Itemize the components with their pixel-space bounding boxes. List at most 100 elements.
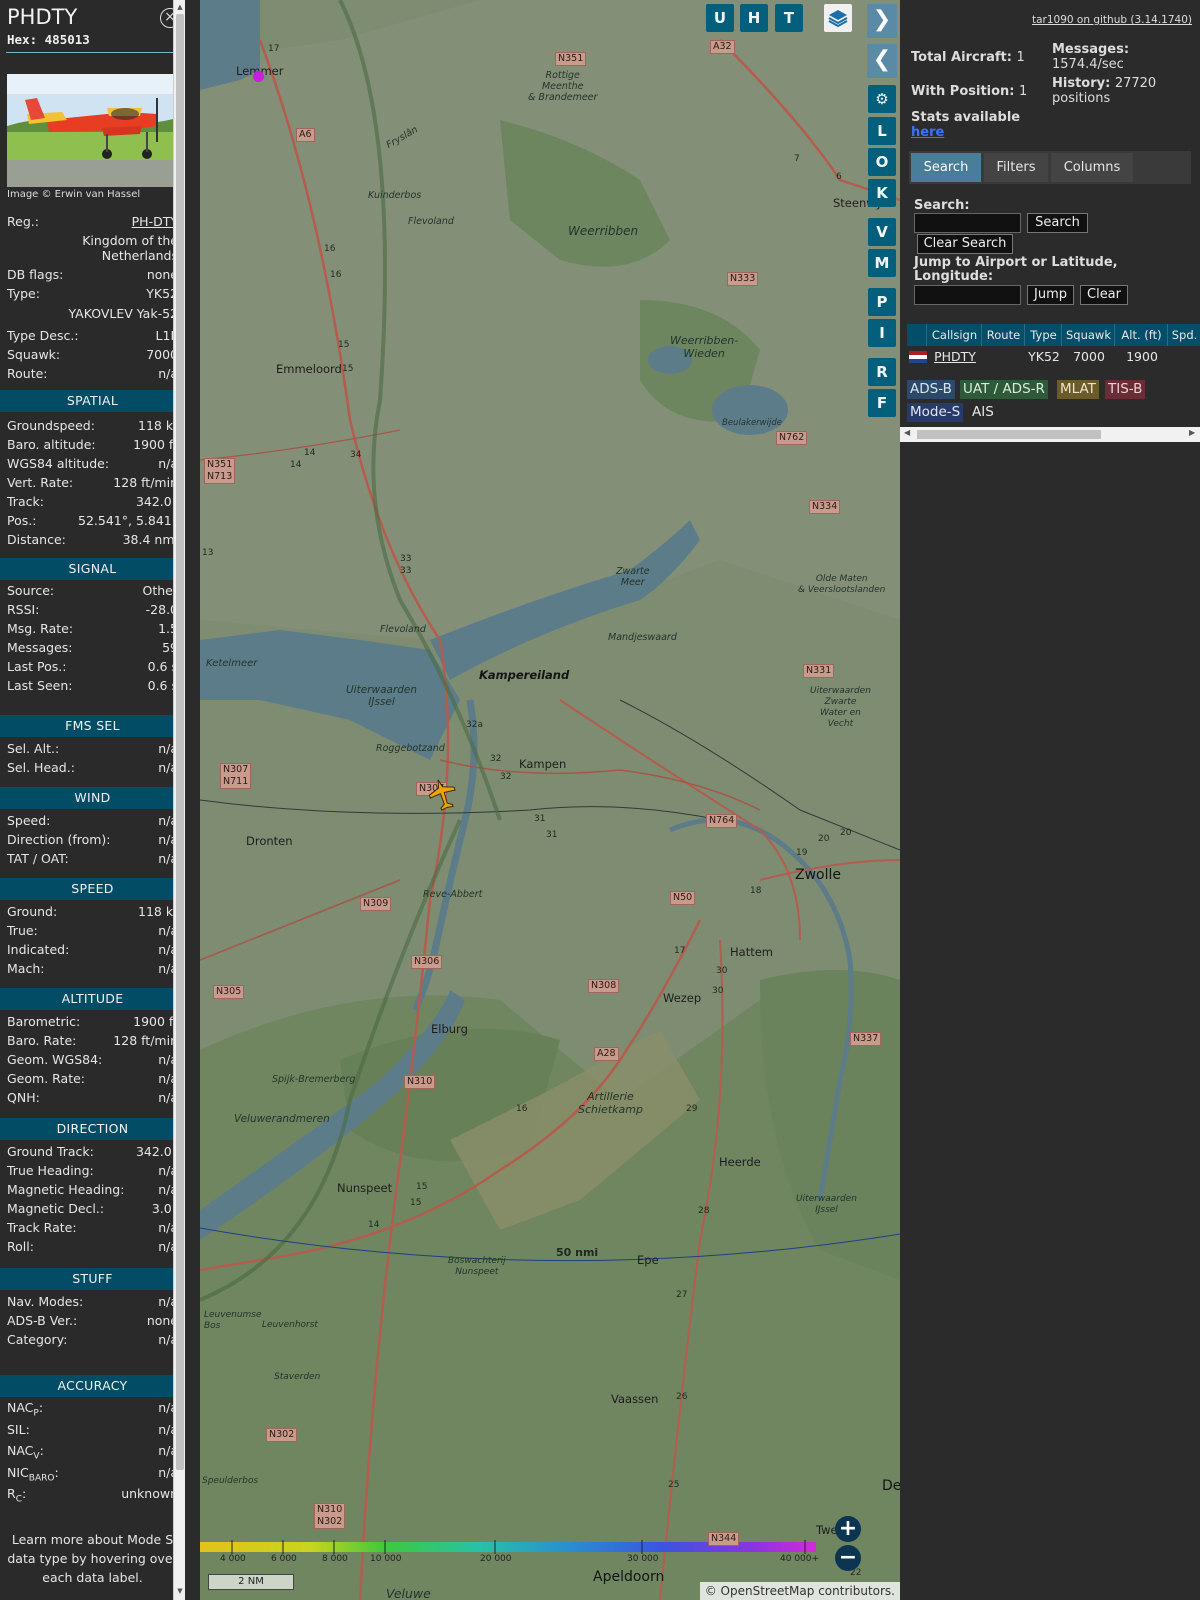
table-horizontal-scrollbar[interactable]: ◀ ▶ xyxy=(900,427,1200,442)
stats-link[interactable]: here xyxy=(911,125,944,140)
map-button-u[interactable]: U xyxy=(706,4,734,32)
github-link[interactable]: tar1090 on github (3.14.1740) xyxy=(1032,14,1192,26)
map-button-h[interactable]: H xyxy=(740,4,768,32)
jump-input[interactable] xyxy=(914,285,1021,305)
field-value: 1900 ft xyxy=(133,1014,178,1029)
registration-link[interactable]: PH-DTY xyxy=(132,213,178,231)
exit-33b: 33 xyxy=(400,566,412,576)
search-input[interactable] xyxy=(914,213,1021,233)
tab-columns[interactable]: Columns xyxy=(1051,153,1133,182)
search-button[interactable]: Search xyxy=(1027,213,1088,233)
field-label: Magnetic Heading: xyxy=(7,1182,125,1197)
map-label-apeldoorn: Apeldoorn xyxy=(593,1569,665,1585)
exit-29: 29 xyxy=(686,1104,698,1114)
exit-20a: 20 xyxy=(818,834,830,844)
speed-row: Indicated: n/a xyxy=(7,941,178,959)
road-A28: A28 xyxy=(594,1047,619,1061)
column-alt[interactable]: Alt. (ft) xyxy=(1116,324,1168,346)
road-N305: N305 xyxy=(213,985,245,999)
clear-button[interactable]: Clear xyxy=(1080,285,1128,305)
zoom-in-icon[interactable]: + xyxy=(835,1516,861,1542)
wind-row: TAT / OAT: n/a xyxy=(7,850,178,868)
map-basemap xyxy=(200,0,900,1600)
row-callsign[interactable]: PHDTY xyxy=(928,347,982,367)
map-label-veluwe: Veluwe xyxy=(386,1586,431,1600)
settings-gear-icon[interactable]: ⚙ xyxy=(868,85,896,113)
tab-filters[interactable]: Filters xyxy=(984,153,1048,182)
field-label: RSSI: xyxy=(7,602,40,617)
map-button-o[interactable]: O xyxy=(868,148,896,176)
field-label: Vert. Rate: xyxy=(7,475,74,490)
legend-uat: UAT / ADS-R xyxy=(960,380,1048,399)
map-button-i[interactable]: I xyxy=(868,319,896,347)
map-button-r[interactable]: R xyxy=(868,358,896,386)
section-header-signal: SIGNAL xyxy=(0,558,185,580)
exit-18: 18 xyxy=(750,886,762,896)
row-squawk: 7000 xyxy=(1073,349,1105,364)
map-button-k[interactable]: K xyxy=(868,179,896,207)
column-spd[interactable]: Spd. xyxy=(1169,324,1200,346)
exit-17: 17 xyxy=(268,44,280,54)
altitude-row: QNH: n/a xyxy=(7,1089,178,1107)
jump-button[interactable]: Jump xyxy=(1027,285,1074,305)
legend-modes: Mode-S xyxy=(907,403,964,422)
map-label-artillerie: Artillerie Schietkamp xyxy=(578,1090,643,1116)
map-label-zwolle: Zwolle xyxy=(795,867,841,883)
field-label: Last Seen: xyxy=(7,678,73,693)
map-button-l[interactable]: L xyxy=(868,117,896,145)
section-header-fms: FMS SEL xyxy=(0,715,185,737)
reg-row: Reg.: PH-DTY xyxy=(7,213,178,231)
db-flags-row: DB flags: none xyxy=(7,267,178,282)
row-type: YK52 xyxy=(1028,349,1060,364)
stuff-row: ADS-B Ver.: none xyxy=(7,1312,178,1330)
field-label: Distance: xyxy=(7,532,66,547)
map-button-m[interactable]: M xyxy=(868,249,896,277)
info-scrollbar[interactable]: ▲ ▼ xyxy=(173,0,185,1600)
right-panel: tar1090 on github (3.14.1740) Total Airc… xyxy=(900,0,1200,1600)
map-button-v[interactable]: V xyxy=(868,218,896,246)
direction-row: True Heading: n/a xyxy=(7,1162,178,1180)
collapse-right-icon[interactable]: ❯ xyxy=(867,4,897,38)
wind-row: Speed: n/a xyxy=(7,812,178,830)
exit-31a: 31 xyxy=(534,814,546,824)
field-label: RC: xyxy=(7,1486,27,1505)
road-N351-N713: N351 N713 xyxy=(204,458,236,484)
column-callsign[interactable]: Callsign xyxy=(928,324,982,346)
spatial-row: WGS84 altitude: n/a xyxy=(7,455,178,473)
tab-search[interactable]: Search xyxy=(911,153,981,182)
osm-link[interactable]: OpenStreetMap xyxy=(721,1584,815,1598)
map-button-t[interactable]: T xyxy=(775,4,803,32)
column-route[interactable]: Route xyxy=(983,324,1025,346)
map-button-f[interactable]: F xyxy=(868,389,896,417)
stuff-row: Category: n/a xyxy=(7,1331,178,1349)
field-label: Sel. Alt.: xyxy=(7,741,60,756)
column-squawk[interactable]: Squawk xyxy=(1063,324,1115,346)
field-label: NACV: xyxy=(7,1443,44,1462)
speed-row: Mach: n/a xyxy=(7,960,178,978)
layers-icon[interactable] xyxy=(824,4,852,32)
zoom-out-icon[interactable]: − xyxy=(835,1545,861,1571)
map-view[interactable]: Lemmer Emmeloord Kampereiland Kampen Dro… xyxy=(200,0,900,1600)
signal-row: Messages: 59 xyxy=(7,639,178,657)
exit-27: 27 xyxy=(676,1290,688,1300)
map-label-epe: Epe xyxy=(637,1253,659,1267)
column-type[interactable]: Type xyxy=(1026,324,1062,346)
map-label-olde-maten: Olde Maten & Veerslootslanden xyxy=(798,574,886,595)
map-label-wezep: Wezep xyxy=(663,991,702,1005)
road-N302: N302 xyxy=(266,1428,298,1442)
field-value: 342.0° xyxy=(135,1144,178,1159)
legend-mlat: MLAT xyxy=(1057,380,1099,399)
exit-31b: 31 xyxy=(546,830,558,840)
map-button-p[interactable]: P xyxy=(868,288,896,316)
section-header-spatial: SPATIAL xyxy=(0,390,185,412)
netherlands-flag-icon xyxy=(909,351,927,363)
exit-15c: 15 xyxy=(416,1182,428,1192)
clear-search-button[interactable]: Clear Search xyxy=(917,234,1013,254)
image-credit: Image © Erwin van Hassel xyxy=(7,189,141,200)
road-N762: N762 xyxy=(776,431,808,445)
collapse-left-icon[interactable]: ❮ xyxy=(867,44,897,78)
aircraft-marker-icon[interactable] xyxy=(428,778,458,812)
row-spd xyxy=(1169,347,1200,367)
exit-6: 6 xyxy=(836,172,842,182)
aircraft-photo[interactable] xyxy=(7,74,178,187)
